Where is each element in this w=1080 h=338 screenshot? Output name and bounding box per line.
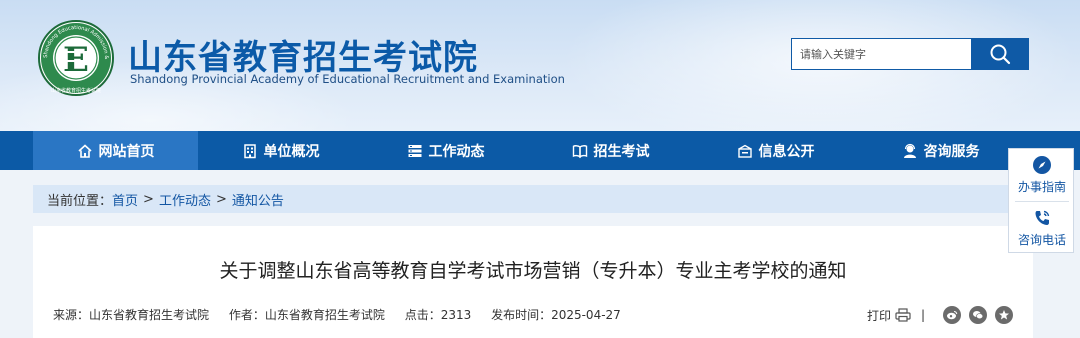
nav-item-label: 网站首页 bbox=[98, 143, 155, 160]
article-author: 作者：山东省教育招生考试院 bbox=[228, 308, 385, 322]
share-weibo-button[interactable] bbox=[943, 306, 961, 324]
list-icon bbox=[408, 144, 421, 157]
compass-icon bbox=[1033, 156, 1051, 174]
nav-item-label: 单位概况 bbox=[263, 143, 320, 160]
share-wechat-button[interactable] bbox=[969, 306, 987, 324]
user-service-icon bbox=[903, 143, 916, 158]
nav-item-label: 招生考试 bbox=[593, 143, 650, 160]
float-guide-label: 办事指南 bbox=[1017, 180, 1066, 194]
article-tools: 打印 | bbox=[867, 306, 1013, 324]
nav-item-disclosure[interactable]: 信息公开 bbox=[693, 131, 858, 170]
weibo-icon bbox=[947, 311, 958, 320]
article-title: 关于调整山东省高等教育自学考试市场营销（专升本）专业主考学校的通知 bbox=[219, 260, 847, 282]
article-source: 来源：山东省教育招生考试院 bbox=[53, 308, 210, 322]
search-button[interactable] bbox=[971, 38, 1029, 70]
article-meta: 来源：山东省教育招生考试院 作者：山东省教育招生考试院 点击：2313 发布时间… bbox=[53, 306, 637, 323]
breadcrumb-link-home[interactable]: 首页 bbox=[112, 190, 138, 209]
article-publish-time: 发布时间：2025-04-27 bbox=[491, 308, 621, 322]
breadcrumb: 当前位置： 首页 > 工作动态 > 通知公告 bbox=[33, 185, 1033, 213]
nav-item-label: 工作动态 bbox=[428, 143, 485, 160]
float-service-bar: 办事指南 咨询电话 bbox=[1008, 148, 1074, 253]
nav-item-home[interactable]: 网站首页 bbox=[33, 131, 198, 170]
nav-item-label: 咨询服务 bbox=[923, 143, 980, 160]
search-icon bbox=[990, 44, 1011, 65]
share-qzone-button[interactable] bbox=[995, 306, 1013, 324]
nav-item-news[interactable]: 工作动态 bbox=[363, 131, 528, 170]
float-phone-button[interactable]: 咨询电话 bbox=[1009, 202, 1075, 254]
wechat-icon bbox=[973, 311, 984, 320]
site-logo[interactable]: Shandong Educational Admission & Examina… bbox=[38, 20, 114, 96]
breadcrumb-link-notices[interactable]: 通知公告 bbox=[232, 190, 284, 209]
breadcrumb-separator: > bbox=[143, 191, 154, 207]
article-clicks: 点击：2313 bbox=[404, 308, 472, 322]
book-icon bbox=[572, 144, 587, 158]
breadcrumb-separator: > bbox=[215, 191, 227, 207]
float-guide-button[interactable]: 办事指南 bbox=[1009, 149, 1075, 201]
breadcrumb-link-news[interactable]: 工作动态 bbox=[159, 190, 211, 209]
site-header: Shandong Educational Admission & Examina… bbox=[0, 0, 1080, 131]
search-input[interactable] bbox=[791, 38, 971, 70]
nav-item-consult[interactable]: 咨询服务 bbox=[858, 131, 1023, 170]
print-label: 打印 bbox=[866, 308, 891, 323]
nav-item-about[interactable]: 单位概况 bbox=[198, 131, 363, 170]
site-subtitle: Shandong Provincial Academy of Education… bbox=[130, 72, 565, 86]
print-button[interactable]: 打印 bbox=[867, 307, 911, 324]
printer-icon bbox=[895, 308, 911, 322]
tools-divider: | bbox=[920, 308, 925, 322]
building-icon bbox=[243, 143, 256, 158]
phone-icon bbox=[1035, 210, 1050, 225]
article-panel: 关于调整山东省高等教育自学考试市场营销（专升本）专业主考学校的通知 来源：山东省… bbox=[33, 226, 1033, 338]
notice-icon bbox=[737, 144, 752, 158]
logo-bottom-text: 山东省教育招生考试院 bbox=[51, 87, 101, 94]
breadcrumb-prefix: 当前位置： bbox=[47, 193, 113, 209]
main-nav: 网站首页 单位概况 工作动态 招生考试 信息公开 咨询服务 bbox=[0, 131, 1080, 170]
nav-item-exams[interactable]: 招生考试 bbox=[528, 131, 693, 170]
home-icon bbox=[77, 143, 92, 158]
nav-item-label: 信息公开 bbox=[758, 143, 815, 160]
float-phone-label: 咨询电话 bbox=[1017, 233, 1066, 247]
star-icon bbox=[999, 310, 1009, 320]
